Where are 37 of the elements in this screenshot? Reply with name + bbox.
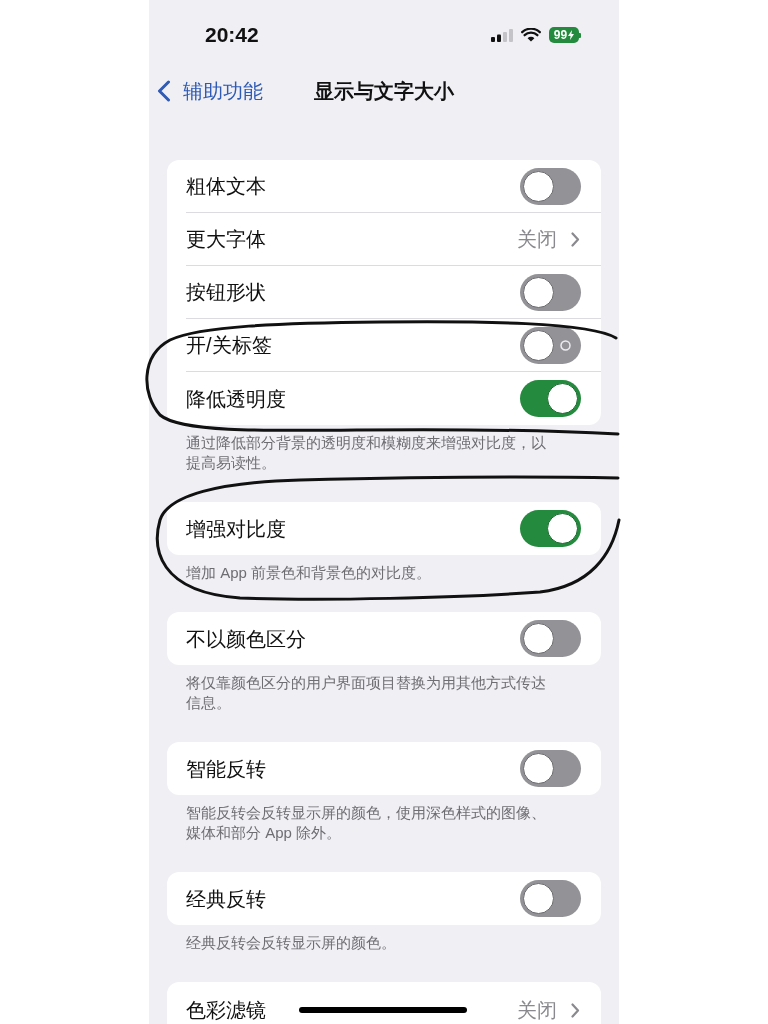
setting-label: 智能反转 [186,756,266,781]
setting-value: 关闭 [517,227,557,251]
setting-label: 不以颜色区分 [186,626,306,651]
setting-label: 按钮形状 [186,280,266,304]
group-footer-text: 经典反转会反转显示屏的颜色。 [186,933,397,953]
setting-label: 更大字体 [186,227,266,251]
toggle-switch[interactable] [520,167,581,205]
chevron-right-icon [571,231,580,247]
wifi-icon [521,28,541,42]
settings-link-row[interactable]: 色彩滤镜 关闭 [186,982,601,1024]
setting-label: 色彩滤镜 [186,998,266,1022]
settings-link-row[interactable]: 更大字体 关闭 [186,213,601,266]
setting-label: 经典反转 [186,886,266,911]
group-footer-text: 智能反转会反转显示屏的颜色，使用深色样式的图像、媒体和部分 App 除外。 [186,803,547,843]
back-chevron-icon [157,80,171,102]
toggle-switch[interactable] [520,273,581,311]
bolt-icon [568,30,575,40]
toggle-switch[interactable] [520,510,581,547]
setting-label: 降低透明度 [186,386,286,411]
group-footer-text: 增加 App 前景色和背景色的对比度。 [186,563,433,583]
toggle-switch[interactable] [520,380,581,417]
nav-title: 显示与文字大小 [314,79,454,104]
setting-value: 关闭 [517,998,557,1022]
chevron-right-icon [571,1002,580,1018]
group-footer-text: 通过降低部分背景的透明度和模糊度来增强对比度，以提高易读性。 [186,433,547,473]
setting-label: 增强对比度 [186,516,286,541]
group-footer-text: 将仅靠颜色区分的用户界面项目替换为用其他方式传达信息。 [186,673,547,713]
toggle-switch[interactable] [520,620,581,657]
toggle-switch[interactable] [520,326,581,364]
status-time: 20:42 [205,23,259,47]
battery-percent: 99 [553,28,568,42]
back-button[interactable]: 辅助功能 [157,78,263,104]
toggle-switch[interactable] [520,750,581,787]
toggle-switch[interactable] [520,880,581,917]
setting-label: 开/关标签 [186,333,272,357]
setting-label: 粗体文本 [186,174,266,198]
signal-icon [491,28,513,42]
